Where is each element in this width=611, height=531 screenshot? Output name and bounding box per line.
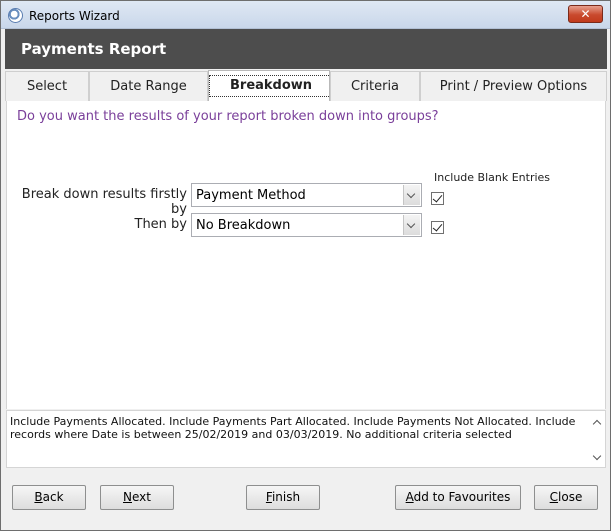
scroll-down-icon[interactable] [592, 453, 602, 463]
window-title: Reports Wizard [29, 9, 120, 23]
mnemonic: B [34, 490, 43, 504]
include-blank-entries-header: Include Blank Entries [434, 171, 551, 184]
tab-label: Print / Preview Options [439, 79, 588, 94]
button-label: ext [132, 490, 151, 504]
report-title: Payments Report [21, 40, 167, 58]
close-window-button[interactable]: ✕ [568, 5, 603, 23]
close-button[interactable]: Close [534, 485, 598, 510]
mnemonic: A [405, 490, 414, 504]
reports-wizard-window: Reports Wizard ✕ Payments Report Select … [0, 0, 611, 531]
first-breakdown-label: Break down results firstly by [21, 187, 187, 217]
first-breakdown-select[interactable]: Payment Method [191, 183, 422, 207]
button-label: inish [271, 490, 301, 504]
wizard-tabs: Select Date Range Breakdown Criteria Pri… [5, 70, 607, 101]
button-label: dd to Favourites [413, 490, 511, 504]
tab-select[interactable]: Select [5, 71, 89, 101]
button-label: lose [558, 490, 583, 504]
breakdown-panel: Do you want the results of your report b… [6, 101, 606, 409]
mnemonic: N [123, 490, 132, 504]
tab-print-preview-options[interactable]: Print / Preview Options [420, 71, 607, 101]
tab-label: Breakdown [209, 75, 334, 97]
title-bar[interactable]: Reports Wizard ✕ [1, 1, 610, 29]
report-header: Payments Report [5, 29, 607, 69]
first-breakdown-value: Payment Method [196, 188, 306, 203]
button-label: ack [42, 490, 64, 504]
next-button[interactable]: Next [100, 485, 174, 510]
chevron-down-icon[interactable] [403, 215, 420, 235]
criteria-summary[interactable]: Include Payments Allocated. Include Paym… [6, 410, 606, 468]
add-to-favourites-button[interactable]: Add to Favourites [395, 485, 521, 510]
finish-button[interactable]: Finish [246, 485, 320, 510]
mnemonic: C [549, 490, 559, 504]
tab-breakdown[interactable]: Breakdown [208, 70, 334, 101]
second-breakdown-select[interactable]: No Breakdown [191, 213, 422, 237]
second-breakdown-value: No Breakdown [196, 218, 291, 233]
criteria-summary-text: Include Payments Allocated. Include Paym… [10, 415, 576, 441]
chevron-down-icon[interactable] [403, 185, 420, 205]
tab-label: Date Range [110, 79, 187, 94]
app-logo-icon [8, 8, 23, 23]
tab-date-range[interactable]: Date Range [89, 71, 208, 101]
breakdown-question: Do you want the results of your report b… [17, 109, 439, 124]
second-breakdown-label: Then by [134, 217, 188, 232]
first-include-blank-checkbox[interactable] [431, 192, 444, 205]
second-include-blank-checkbox[interactable] [431, 221, 444, 234]
tab-label: Criteria [350, 79, 400, 94]
tab-criteria[interactable]: Criteria [330, 71, 420, 101]
scroll-up-icon[interactable] [592, 417, 602, 427]
back-button[interactable]: Back [12, 485, 86, 510]
tab-label: Select [26, 79, 68, 94]
